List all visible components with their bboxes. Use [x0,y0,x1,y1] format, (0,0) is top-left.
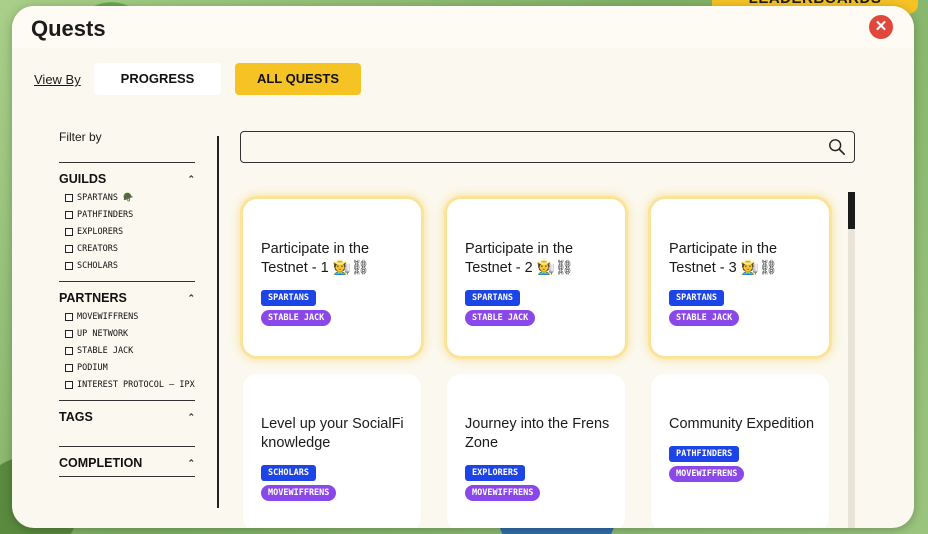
chevron-up-icon: ⌃ [187,411,195,422]
checkbox[interactable] [65,228,73,236]
partner-badge: STABLE JACK [465,310,536,326]
filter-option[interactable]: MOVEWIFFRENS [59,312,195,322]
scrollbar-thumb[interactable] [848,192,855,229]
filter-option-label: PATHFINDERS [77,210,134,220]
search-icon[interactable] [828,138,846,156]
checkbox[interactable] [65,211,73,219]
quest-card[interactable]: Level up your SocialFi knowledge SCHOLARS… [243,374,421,528]
filter-option-label: UP NETWORK [77,329,129,339]
quest-title: Level up your SocialFi knowledge [261,416,404,451]
quest-tags: SCHOLARS MOVEWIFFRENS [261,465,421,501]
guild-badge: SPARTANS [261,290,316,306]
section-toggle-tags[interactable]: TAGS ⌃ [59,410,195,424]
modal-header: Quests ✕ [12,6,914,48]
section-toggle-guilds[interactable]: GUILDS ⌃ [59,172,195,186]
filter-option-label: MOVEWIFFRENS [77,312,139,322]
quest-tags: SPARTANS STABLE JACK [669,290,829,326]
quest-card[interactable]: Journey into the Frens Zone EXPLORERS MOVE… [447,374,625,528]
scrollbar-track[interactable] [848,192,855,528]
quest-tags: SPARTANS STABLE JACK [261,290,421,326]
checkbox[interactable] [65,313,73,321]
filter-option-label: CREATORS [77,244,118,254]
chevron-up-icon: ⌃ [187,292,195,303]
filter-option[interactable]: EXPLORERS [59,227,195,237]
quest-title: Community Expedition [669,416,815,432]
section-title: TAGS [59,410,93,424]
guild-badge: SPARTANS [669,290,724,306]
modal-title: Quests [31,16,106,41]
quest-card[interactable]: Participate in the Testnet - 1 🧑‍🌾⛓ SPART… [243,199,421,356]
section-toggle-partners[interactable]: PARTNERS ⌃ [59,291,195,305]
filter-section-tags: TAGS ⌃ [59,400,195,440]
checkbox[interactable] [65,364,73,372]
filter-option[interactable]: PODIUM [59,363,195,373]
filter-option-label: PODIUM [77,363,108,373]
quest-card[interactable]: Participate in the Testnet - 2 🧑‍🌾⛓ SPART… [447,199,625,356]
checkbox[interactable] [65,194,73,202]
quest-card[interactable]: Participate in the Testnet - 3 🧑‍🌾⛓ SPART… [651,199,829,356]
filter-option[interactable]: PATHFINDERS [59,210,195,220]
filter-option[interactable]: INTEREST PROTOCOL – IPX [59,380,195,390]
checkbox[interactable] [65,347,73,355]
filter-sidebar: Filter by GUILDS ⌃ SPARTANS 🪖 PATHFINDER… [59,130,195,483]
checkbox[interactable] [65,330,73,338]
quest-title: Journey into the Frens Zone [465,416,610,451]
section-title: COMPLETION [59,456,143,470]
search-input[interactable] [240,131,855,163]
quests-modal: Quests ✕ View By PROGRESS ALL QUESTS Fil… [12,6,914,528]
filter-option[interactable]: SCHOLARS [59,261,195,271]
checkbox[interactable] [65,262,73,270]
quest-title: Participate in the Testnet - 1 🧑‍🌾⛓ [261,241,370,276]
filter-option-label: EXPLORERS [77,227,124,237]
checkbox[interactable] [65,245,73,253]
chevron-up-icon: ⌃ [187,457,195,468]
guild-badge: EXPLORERS [465,465,526,481]
sidebar-divider [217,136,219,508]
section-toggle-completion[interactable]: COMPLETION ⌃ [59,456,195,470]
checkbox[interactable] [65,381,73,389]
close-icon: ✕ [874,18,888,35]
filter-section-guilds: GUILDS ⌃ SPARTANS 🪖 PATHFINDERS EXPLORER… [59,162,195,271]
partner-badge: STABLE JACK [669,310,740,326]
quest-card[interactable]: Community Expedition PATHFINDERS MOVEWIFFR… [651,374,829,528]
filter-option-label: INTEREST PROTOCOL – IPX [77,380,195,390]
partner-badge: STABLE JACK [261,310,332,326]
filter-section-partners: PARTNERS ⌃ MOVEWIFFRENS UP NETWORK STABL… [59,281,195,390]
close-button[interactable]: ✕ [869,15,893,39]
quest-tags: SPARTANS STABLE JACK [465,290,625,326]
filter-option-label: SCHOLARS [77,261,118,271]
guild-badge: PATHFINDERS [669,446,740,462]
quest-tags: EXPLORERS MOVEWIFFRENS [465,465,625,501]
filter-option-label: SPARTANS 🪖 [77,193,134,203]
filter-section-completion: COMPLETION ⌃ [59,446,195,477]
quest-title: Participate in the Testnet - 3 🧑‍🌾⛓ [669,241,778,276]
filter-option[interactable]: STABLE JACK [59,346,195,356]
filter-option[interactable]: SPARTANS 🪖 [59,193,195,203]
tab-all-quests[interactable]: ALL QUESTS [235,63,361,95]
tab-progress[interactable]: PROGRESS [94,63,221,95]
partner-badge: MOVEWIFFRENS [465,485,541,501]
filter-by-heading: Filter by [59,130,102,144]
partner-badge: MOVEWIFFRENS [669,466,745,482]
guild-badge: SCHOLARS [261,465,316,481]
chevron-up-icon: ⌃ [187,173,195,184]
quest-title: Participate in the Testnet - 2 🧑‍🌾⛓ [465,241,574,276]
section-title: GUILDS [59,172,107,186]
partner-badge: MOVEWIFFRENS [261,485,337,501]
quest-tags: PATHFINDERS MOVEWIFFRENS [669,446,829,482]
filter-option[interactable]: CREATORS [59,244,195,254]
section-title: PARTNERS [59,291,127,305]
filter-option-label: STABLE JACK [77,346,134,356]
filter-option[interactable]: UP NETWORK [59,329,195,339]
guild-badge: SPARTANS [465,290,520,306]
view-by-label: View By [34,72,81,87]
